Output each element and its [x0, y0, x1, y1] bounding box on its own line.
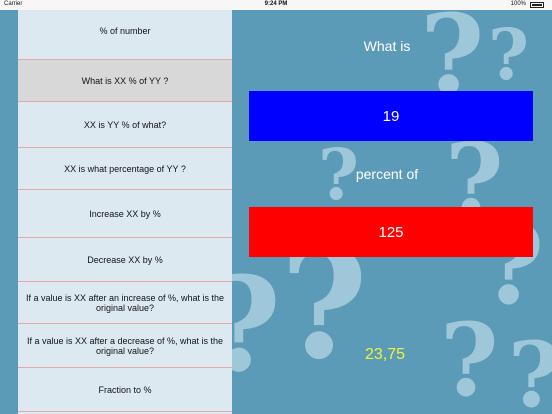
calculator-panel: What is 19 percent of 125 23,75	[232, 10, 552, 414]
menu-item-increase-by-percent[interactable]: Increase XX by %	[18, 190, 232, 238]
menu-item-xx-is-what-percentage[interactable]: XX is what percentage of YY ?	[18, 148, 232, 190]
menu-item-original-after-decrease[interactable]: If a value is XX after a decrease of %, …	[18, 324, 232, 368]
formula-menu: % of number What is XX % of YY ? XX is Y…	[18, 10, 232, 414]
battery-percentage: 100%	[510, 1, 526, 7]
connector-label: percent of	[355, 166, 419, 182]
menu-item-percent-of-number[interactable]: % of number	[18, 10, 232, 60]
menu-item-fraction-to-percent[interactable]: Fraction to %	[18, 368, 232, 412]
status-bar: Carrier 9:24 PM 100%	[0, 0, 552, 10]
menu-item-xx-is-yy-of-what[interactable]: XX is YY % of what?	[18, 102, 232, 148]
prompt-label: What is	[363, 38, 411, 54]
battery-icon	[530, 2, 544, 8]
menu-item-original-after-increase[interactable]: If a value is XX after an increase of %,…	[18, 282, 232, 324]
menu-item-what-is-xx-of-yy[interactable]: What is XX % of YY ?	[18, 60, 232, 102]
second-value-input[interactable]: 125	[249, 207, 533, 257]
first-value-input[interactable]: 19	[249, 91, 533, 141]
status-time: 9:24 PM	[264, 1, 288, 7]
menu-item-decrease-by-percent[interactable]: Decrease XX by %	[18, 238, 232, 282]
result-value: 23,75	[364, 346, 406, 363]
